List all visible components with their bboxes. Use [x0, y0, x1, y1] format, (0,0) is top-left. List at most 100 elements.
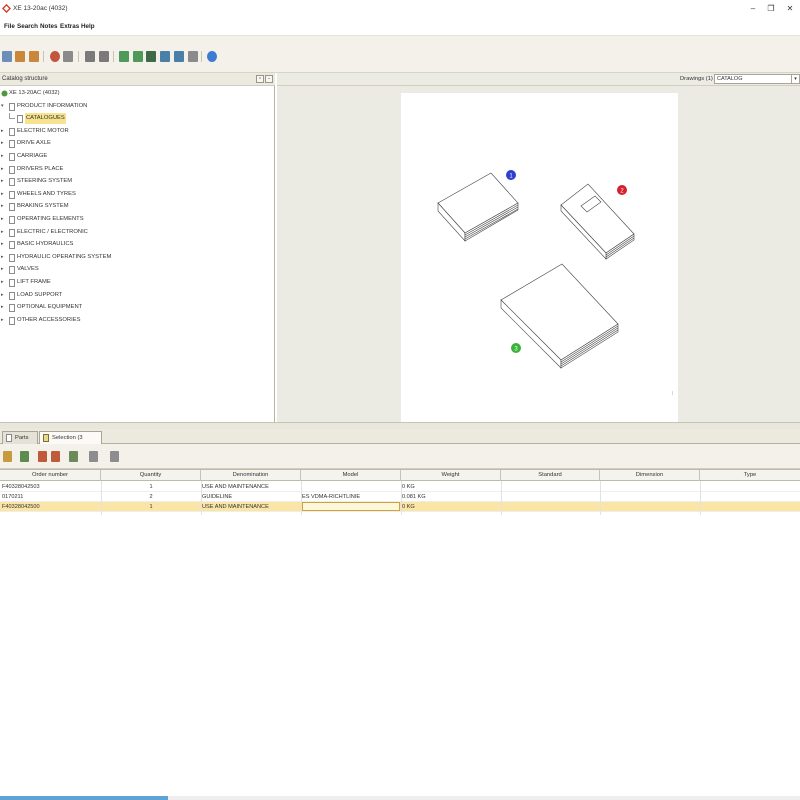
expand-icon[interactable]: ▸ — [1, 267, 4, 272]
col-weight[interactable]: Weight — [401, 470, 501, 481]
tree-item[interactable]: ▸ OPTIONAL EQUIPMENT — [0, 302, 270, 313]
open-catalog-icon[interactable] — [2, 51, 12, 62]
expand-icon[interactable]: ▸ — [1, 229, 4, 235]
col-denomination[interactable]: Denomination — [201, 470, 301, 481]
catalog-structure-title: Catalog structure — [2, 76, 48, 82]
print-icon[interactable] — [63, 51, 73, 62]
expand-icon[interactable]: ▸ — [1, 154, 4, 159]
collapse-icon[interactable]: ▾ — [1, 103, 4, 109]
expand-icon[interactable]: ▸ — [1, 191, 4, 197]
tree-item[interactable]: ▸ LIFT FRAME — [0, 277, 270, 288]
tree-item[interactable]: ▸ CARRIAGE — [0, 151, 270, 162]
table-row[interactable]: F40328042503 1 USE AND MAINTENANCE 0 KG — [0, 482, 800, 492]
expand-icon[interactable]: ▸ — [1, 179, 4, 184]
tree-item[interactable]: ▸ STEERING SYSTEM — [0, 176, 270, 187]
col-model[interactable]: Model — [301, 470, 401, 481]
zoom-window-icon[interactable] — [160, 51, 170, 62]
order-icon[interactable] — [69, 451, 78, 462]
bottom-tabs: Parts list Selection (3 Entries) — [0, 429, 800, 453]
menu-help[interactable]: Help — [81, 23, 95, 30]
expand-icon[interactable]: ▸ — [1, 217, 4, 222]
expand-icon[interactable]: ▸ — [1, 204, 4, 209]
drawing-select[interactable]: CATALOG ▾ — [714, 74, 800, 84]
pointer-icon[interactable] — [85, 51, 95, 62]
zoom-out-icon[interactable] — [133, 51, 143, 62]
expand-icon[interactable]: ▸ — [1, 305, 4, 310]
expand-icon[interactable]: ▸ — [1, 254, 4, 260]
tab-selection[interactable]: Selection (3 Entries) — [39, 431, 102, 453]
tree-item[interactable]: ▸ BRAKING SYSTEM — [0, 201, 270, 212]
hand-icon[interactable] — [99, 51, 109, 62]
table-header: Order number Quantity Denomination Model… — [0, 469, 800, 481]
tree-item[interactable]: ▸ LOAD SUPPORT — [0, 290, 270, 301]
table-cell-model[interactable] — [302, 502, 400, 511]
tree-item[interactable]: ▸ BASIC HYDRAULICS — [0, 239, 270, 250]
col-dimension[interactable]: Dimension — [600, 470, 700, 481]
horizontal-splitter[interactable] — [0, 422, 800, 429]
tree-item[interactable]: ▸ ELECTRIC MOTOR — [0, 126, 270, 137]
col-type[interactable]: Type — [700, 470, 800, 481]
refresh-icon[interactable] — [50, 51, 60, 62]
tree-item[interactable]: ▸ VALVES — [0, 264, 270, 275]
maximize-button[interactable]: ❐ — [764, 3, 778, 15]
menu-notes[interactable]: Notes — [40, 23, 58, 30]
expand-icon[interactable]: ▸ — [1, 166, 4, 172]
back-icon[interactable] — [15, 51, 25, 62]
document-icon — [9, 216, 15, 224]
col-standard[interactable]: Standard — [501, 470, 600, 481]
table-cell-denomination: USE AND MAINTENANCE — [202, 484, 269, 490]
tree-item[interactable]: ▸ DRIVE AXLE — [0, 138, 270, 149]
app-logo-icon — [2, 4, 11, 13]
expand-icon[interactable]: ▸ — [1, 280, 4, 285]
remove-all-icon[interactable] — [51, 451, 60, 462]
col-quantity[interactable]: Quantity — [101, 470, 201, 481]
panel-restore-button[interactable]: ▫ — [256, 75, 264, 83]
table-cell-type — [701, 502, 799, 512]
expand-icon[interactable]: ▸ — [1, 141, 4, 146]
menu-extras[interactable]: Extras — [60, 23, 79, 30]
callout-2[interactable]: 2 — [617, 185, 627, 195]
drawing-canvas[interactable]: 1 2 3 — — [401, 93, 678, 422]
table-cell-weight: 0.081 KG — [402, 494, 426, 500]
tree-item[interactable]: ▸ WHEELS AND TYRES — [0, 189, 270, 200]
close-button[interactable]: ✕ — [783, 3, 797, 15]
book-1-illustration — [437, 172, 519, 242]
tree-item[interactable]: ▾ PRODUCT INFORMATION — [0, 101, 270, 112]
full-view-icon[interactable] — [174, 51, 184, 62]
print-selection-icon[interactable] — [89, 451, 98, 462]
minimize-button[interactable]: – — [746, 3, 760, 15]
expand-icon[interactable]: ▸ — [1, 128, 4, 134]
table-row[interactable]: 0170211 2 GUIDELINE ES VDMA-RICHTLINIE 0.081… — [0, 492, 800, 502]
tree-item[interactable]: CATALOGUES — [0, 113, 270, 125]
window-title: XE 13-20ac (4032) — [13, 5, 68, 12]
expand-icon[interactable]: ▸ — [1, 317, 4, 323]
table-row[interactable]: F40328042500 1 USE AND MAINTENANCE 0 KG — [0, 502, 800, 512]
callout-3[interactable]: 3 — [511, 343, 521, 353]
tree-item-label: OPTIONAL EQUIPMENT — [17, 304, 83, 311]
add-all-icon[interactable] — [20, 451, 29, 462]
tree-item[interactable]: ▸ OTHER ACCESSORIES — [0, 315, 270, 326]
tree-item[interactable]: ▸ OPERATING ELEMENTS — [0, 214, 270, 225]
tree-item-label: HYDRAULIC OPERATING SYSTEM — [17, 253, 112, 260]
help-icon[interactable] — [207, 51, 217, 62]
zoom-in-icon[interactable] — [119, 51, 129, 62]
menu-search[interactable]: Search — [17, 23, 38, 30]
tree-item[interactable]: ▸ ELECTRIC / ELECTRONIC — [0, 227, 270, 238]
expand-icon[interactable]: ▸ — [1, 292, 4, 298]
menu-file[interactable]: File — [4, 23, 15, 30]
tab-parts-list[interactable]: Parts list — [2, 431, 38, 453]
export-selection-icon[interactable] — [110, 451, 119, 462]
tree-item[interactable]: ▸ HYDRAULIC OPERATING SYSTEM — [0, 252, 270, 263]
zoom-fit-icon[interactable] — [146, 51, 156, 62]
add-to-cart-icon[interactable] — [3, 451, 12, 462]
forward-icon[interactable] — [29, 51, 39, 62]
tree-root[interactable]: XE 13-20AC (4032) — [0, 88, 270, 99]
callout-1[interactable]: 1 — [506, 170, 516, 180]
remove-entry-icon[interactable] — [38, 451, 47, 462]
expand-icon[interactable]: ▸ — [1, 242, 4, 247]
tree-item[interactable]: ▸ DRIVERS PLACE — [0, 164, 270, 175]
export-icon[interactable] — [188, 51, 198, 62]
panel-minimize-button[interactable]: - — [265, 75, 273, 83]
col-order-number[interactable]: Order number — [0, 470, 101, 481]
document-icon — [9, 316, 15, 325]
